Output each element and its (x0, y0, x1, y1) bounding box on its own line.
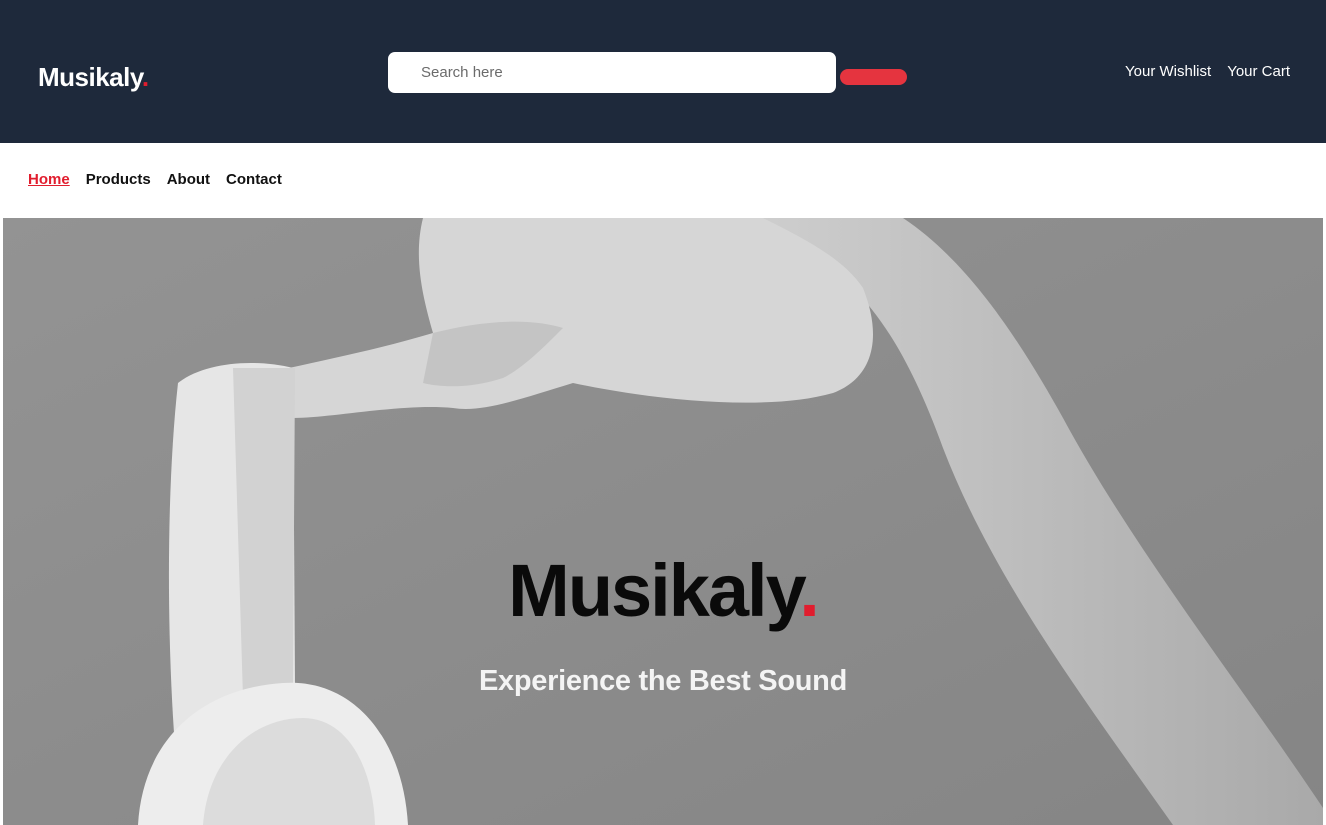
nav-item-about[interactable]: About (167, 171, 210, 188)
header-links: Your Wishlist Your Cart (1125, 63, 1290, 80)
nav-item-contact[interactable]: Contact (226, 171, 282, 188)
search-button[interactable] (840, 69, 907, 85)
brand-dot: . (141, 62, 149, 92)
main-nav: Home Products About Contact (28, 171, 282, 188)
nav-item-products[interactable]: Products (86, 171, 151, 188)
hero-banner: Musikaly. Experience the Best Sound (3, 218, 1323, 825)
hero-title-text: Musikaly (508, 549, 801, 632)
cart-link[interactable]: Your Cart (1227, 63, 1290, 80)
brand-name: Musikaly (38, 62, 142, 92)
site-header: Musikaly. Your Wishlist Your Cart (0, 0, 1326, 143)
hero-title-dot: . (799, 549, 820, 632)
hero-title: Musikaly. (3, 548, 1323, 633)
nav-item-home[interactable]: Home (28, 171, 70, 188)
hero-photo (3, 218, 1323, 825)
hero-subtitle: Experience the Best Sound (479, 665, 847, 697)
brand-logo[interactable]: Musikaly. (38, 62, 149, 93)
wishlist-link[interactable]: Your Wishlist (1125, 63, 1211, 80)
search-input[interactable] (388, 52, 836, 93)
